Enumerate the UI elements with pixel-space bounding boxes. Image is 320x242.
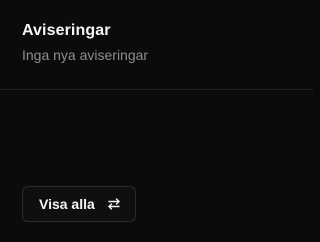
notifications-title: Aviseringar [22, 22, 111, 39]
empty-notifications-message: Inga nya aviseringar [22, 47, 149, 63]
view-all-button[interactable]: Visa alla [22, 186, 136, 222]
header-divider [0, 89, 313, 90]
notifications-panel: Aviseringar Inga nya aviseringar Visa al… [0, 0, 313, 242]
notifications-header: Aviseringar Inga nya aviseringar [22, 21, 302, 64]
arrows-swap-icon [107, 197, 121, 211]
view-all-label: Visa alla [39, 196, 95, 212]
